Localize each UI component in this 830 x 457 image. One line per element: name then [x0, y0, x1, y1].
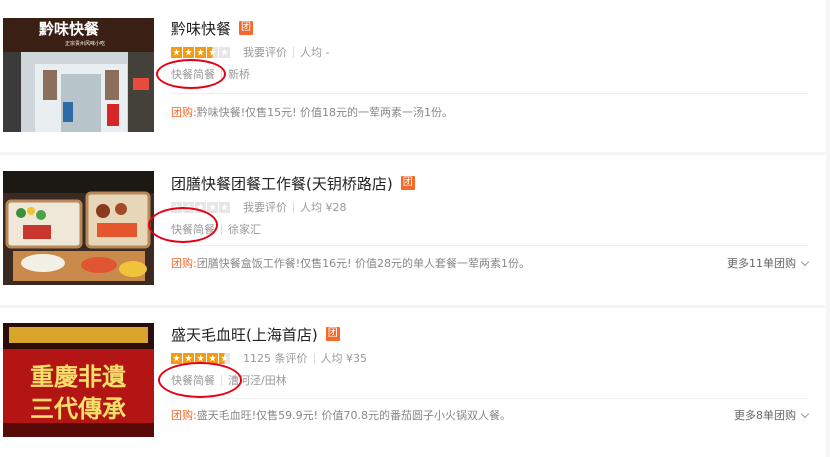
deal-text[interactable]: 盛天毛血旺!仅售59.9元! 价值70.8元的番茄圆子小火锅双人餐。: [197, 407, 734, 423]
more-deals-link[interactable]: 更多11单团购: [727, 255, 810, 271]
listing-title[interactable]: 黔味快餐: [171, 18, 231, 39]
sign-text: 黔味快餐: [39, 20, 100, 38]
deal-row[interactable]: 团购: 盛天毛血旺!仅售59.9元! 价值70.8元的番茄圆子小火锅双人餐。 更…: [171, 407, 810, 423]
deal-text[interactable]: 黔味快餐!仅售15元! 价值18元的一荤两素一汤1份。: [197, 104, 808, 120]
chevron-down-icon: [800, 409, 810, 418]
avg-price: 人均 ¥35: [320, 352, 368, 365]
divider: [221, 68, 222, 80]
listing-title[interactable]: 团膳快餐团餐工作餐(天钥桥路店): [171, 173, 393, 194]
deal-row[interactable]: 团购: 团膳快餐盒饭工作餐!仅售16元! 价值28元的单人套餐一荤两素1份。 更…: [171, 255, 810, 271]
sign-text-line1: 重慶非遺: [30, 362, 127, 391]
district-tag[interactable]: 新桥: [228, 66, 250, 82]
more-deals-link[interactable]: 更多8单团购: [734, 407, 810, 423]
chevron-down-icon: [800, 257, 810, 266]
divider: [293, 46, 294, 58]
listing-card[interactable]: 黔味快餐 正宗贵州风味小吃 黔味快餐 团 我要评价 人均 - 快餐简餐 新桥 团…: [0, 0, 826, 152]
more-deals-label: 更多11单团购: [727, 257, 796, 270]
listing-card[interactable]: 团膳快餐团餐工作餐(天钥桥路店) 团 我要评价 人均 ¥28 快餐简餐 徐家汇 …: [0, 155, 826, 305]
avg-price: 人均 ¥28: [300, 201, 347, 214]
deal-label: 团购:: [171, 106, 197, 119]
group-buy-badge: 团: [325, 327, 340, 341]
listing-photo[interactable]: 重慶非遺 三代傳承: [3, 323, 154, 437]
listing-photo[interactable]: [3, 171, 154, 285]
listing-title[interactable]: 盛天毛血旺(上海首店): [171, 324, 318, 345]
district-tag[interactable]: 漕河泾/田林: [228, 372, 287, 388]
divider: [221, 223, 222, 235]
category-tag[interactable]: 快餐简餐: [171, 372, 215, 388]
star-rating: [171, 46, 231, 58]
listing-photo[interactable]: 黔味快餐 正宗贵州风味小吃: [3, 18, 154, 132]
group-buy-badge: 团: [239, 21, 254, 35]
avg-price: 人均 -: [300, 46, 330, 59]
deal-label: 团购:: [171, 409, 197, 422]
category-tag[interactable]: 快餐简餐: [171, 221, 215, 237]
listing-card[interactable]: 重慶非遺 三代傳承 盛天毛血旺(上海首店) 团 1125 条评价 人均 ¥35 …: [0, 308, 826, 457]
category-tag[interactable]: 快餐简餐: [171, 66, 215, 82]
divider: [293, 201, 294, 213]
review-count[interactable]: 1125 条评价: [243, 350, 308, 366]
review-link[interactable]: 我要评价: [243, 44, 287, 60]
review-link[interactable]: 我要评价: [243, 199, 287, 215]
group-buy-badge: 团: [400, 176, 415, 190]
divider: [171, 93, 808, 94]
deal-row[interactable]: 团购: 黔味快餐!仅售15元! 价值18元的一荤两素一汤1份。: [171, 104, 808, 120]
divider: [171, 245, 808, 246]
sign-text-line2: 三代傳承: [30, 394, 126, 423]
divider: [171, 398, 808, 399]
star-rating: [171, 352, 231, 364]
more-deals-label: 更多8单团购: [734, 409, 796, 422]
district-tag[interactable]: 徐家汇: [228, 221, 261, 237]
sign-subtext: 正宗贵州风味小吃: [65, 40, 105, 47]
deal-label: 团购:: [171, 257, 197, 270]
deal-text[interactable]: 团膳快餐盒饭工作餐!仅售16元! 价值28元的单人套餐一荤两素1份。: [197, 255, 727, 271]
star-rating: [171, 201, 231, 213]
divider: [313, 352, 315, 364]
divider: [221, 374, 222, 386]
